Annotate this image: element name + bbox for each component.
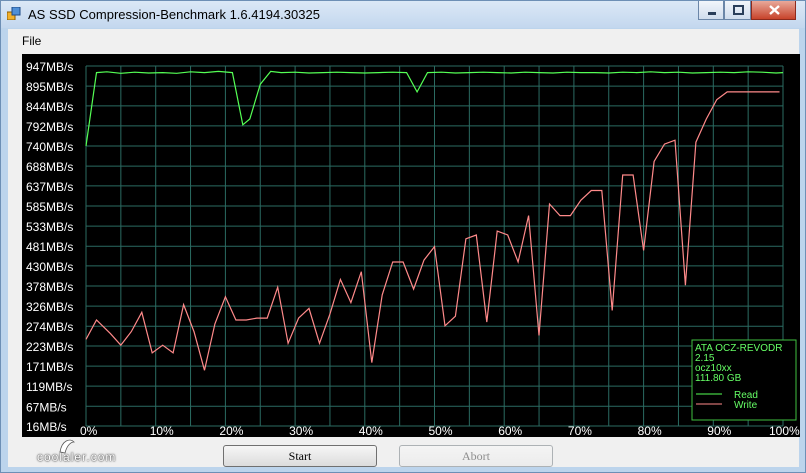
chart-canvas: 947MB/s 895MB/s 844MB/s 792MB/s 740MB/s 688MB… — [26, 60, 800, 437]
y-tick-label: 171MB/s — [26, 360, 73, 374]
x-tick-label: 40% — [359, 424, 383, 437]
client-area: File 947MB/s 895MB/s 844MB/s 792MB/s 740MB/s… — [8, 29, 800, 467]
x-tick-label: 70% — [568, 424, 592, 437]
maximize-icon — [733, 5, 744, 15]
y-tick-label: 16MB/s — [26, 420, 67, 434]
y-tick-label: 274MB/s — [26, 320, 73, 334]
y-tick-label: 895MB/s — [26, 80, 73, 94]
y-tick-label: 637MB/s — [26, 180, 73, 194]
y-tick-label: 792MB/s — [26, 120, 73, 134]
title-bar[interactable]: AS SSD Compression-Benchmark 1.6.4194.30… — [1, 1, 805, 28]
y-tick-label: 119MB/s — [26, 380, 72, 394]
minimize-button[interactable] — [698, 1, 724, 20]
abort-button[interactable]: Abort — [399, 445, 553, 467]
x-tick-label: 100% — [769, 424, 800, 437]
y-tick-label: 481MB/s — [26, 240, 73, 254]
x-tick-label: 80% — [638, 424, 662, 437]
y-tick-label: 688MB/s — [26, 160, 73, 174]
menu-bar: File — [8, 29, 799, 51]
x-tick-label: 30% — [289, 424, 313, 437]
y-tick-label: 533MB/s — [26, 220, 73, 234]
series-line-write — [85, 91, 780, 371]
drive-info-capacity: 111.80 GB — [695, 373, 742, 384]
app-window: AS SSD Compression-Benchmark 1.6.4194.30… — [0, 0, 806, 473]
minimize-icon — [708, 12, 716, 15]
close-button[interactable] — [751, 1, 796, 20]
y-tick-label: 844MB/s — [26, 100, 73, 114]
x-tick-label: 10% — [150, 424, 174, 437]
window-title: AS SSD Compression-Benchmark 1.6.4194.30… — [28, 7, 320, 22]
menu-file[interactable]: File — [22, 34, 41, 48]
y-tick-label: 740MB/s — [26, 140, 73, 154]
x-tick-label: 20% — [219, 424, 243, 437]
y-tick-label: 585MB/s — [26, 200, 73, 214]
benchmark-chart: 947MB/s 895MB/s 844MB/s 792MB/s 740MB/s 688MB… — [22, 54, 800, 437]
x-tick-label: 60% — [498, 424, 522, 437]
x-tick-label: 0% — [80, 424, 98, 437]
start-button[interactable]: Start — [223, 445, 377, 467]
x-tick-label: 90% — [707, 424, 731, 437]
y-tick-label: 67MB/s — [26, 400, 67, 414]
app-icon — [6, 6, 21, 21]
y-tick-label: 430MB/s — [26, 260, 73, 274]
y-tick-label: 378MB/s — [26, 280, 73, 294]
watermark: coolaler.com — [37, 450, 117, 464]
legend-write-label: Write — [734, 400, 758, 411]
y-tick-label: 223MB/s — [26, 340, 73, 354]
y-tick-label: 326MB/s — [26, 300, 73, 314]
y-tick-label: 947MB/s — [26, 60, 73, 74]
close-icon — [769, 5, 780, 15]
x-tick-label: 50% — [429, 424, 453, 437]
maximize-button[interactable] — [724, 1, 751, 20]
